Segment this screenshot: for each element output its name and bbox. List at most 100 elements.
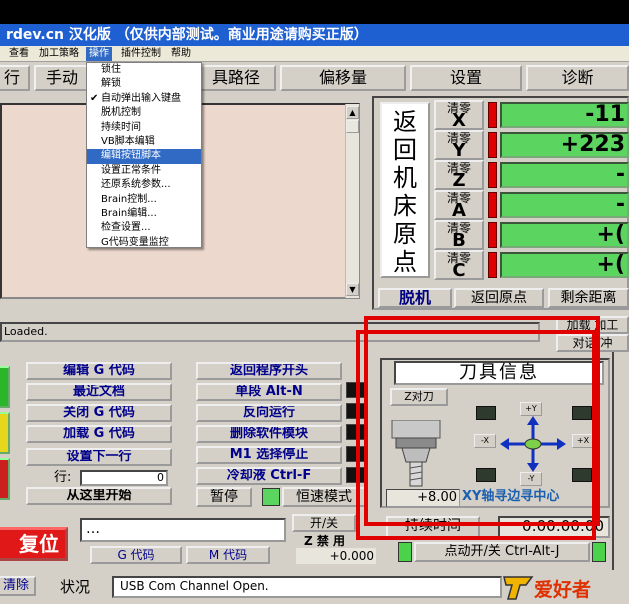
feed-hold-button[interactable] — [0, 412, 10, 454]
close-gcode-button[interactable]: 关闭 G 代码 — [26, 404, 172, 422]
zero-y-button[interactable]: 清零 Y — [434, 130, 484, 160]
tab-diagnostics[interactable]: 诊断 — [526, 65, 629, 91]
mcode-list-button[interactable]: M 代码 — [186, 546, 270, 564]
axis-z-ref-led — [488, 162, 497, 188]
zero-c-button[interactable]: 清零 C — [434, 250, 484, 280]
menu-help[interactable]: 帮助 — [168, 47, 194, 61]
run-from-here-button[interactable]: 从这里开始 — [26, 487, 172, 505]
dro-y-value[interactable]: +223 — [500, 132, 629, 158]
line-label: 行: — [54, 470, 72, 485]
delete-module-button[interactable]: 删除软件模块 — [196, 425, 342, 443]
window-title: rdev.cn 汉化版 （仅供内部测试。商业用途请购买正版） — [0, 24, 629, 46]
dropdown-item-check-settings[interactable]: 检查设置... — [87, 221, 201, 235]
cv-mode-label: 恒速模式 — [282, 487, 366, 507]
dro-b-value[interactable]: +( — [500, 222, 629, 248]
dropdown-item-lock[interactable]: 锁住 — [87, 63, 201, 77]
reverse-run-button[interactable]: 反向运行 — [196, 404, 342, 422]
bottom-status-bar: 清除 状况 USB Com Channel Open. 爱好者 — [0, 570, 629, 604]
dropdown-item-vb-editor[interactable]: VB脚本编辑 — [87, 135, 201, 149]
tab-offsets[interactable]: 偏移量 — [280, 65, 406, 91]
zero-b-button[interactable]: 清零 B — [434, 220, 484, 250]
tab-manual[interactable]: 手动 — [34, 65, 90, 91]
axis-x-ref-led — [488, 102, 497, 128]
axis-c-ref-led — [488, 252, 497, 278]
axis-letter: Y — [452, 140, 466, 160]
jog-toggle-button[interactable]: 点动开/关 Ctrl-Alt-J — [414, 542, 590, 562]
scroll-thumb[interactable] — [346, 120, 359, 133]
axis-letter: B — [452, 230, 466, 250]
window-titlebar: rdev.cn 汉化版 （仅供内部测试。商业用途请购买正版） — [0, 0, 629, 46]
load-gcode-button[interactable]: 加载 G 代码 — [26, 425, 172, 443]
mdi-input[interactable]: … — [80, 518, 286, 542]
dro-x-value[interactable]: -11 — [500, 102, 629, 128]
dro-c-value[interactable]: +( — [500, 252, 629, 278]
dropdown-item-edit-button-script[interactable]: 编辑按钮脚本 — [87, 149, 201, 164]
dropdown-item-duration[interactable]: 持续时间 — [87, 121, 201, 135]
axis-y-ref-led — [488, 132, 497, 158]
ref-all-label: 返回机床原点 — [393, 108, 417, 276]
axis-letter: C — [452, 260, 466, 280]
zero-x-button[interactable]: 清零 X — [434, 100, 484, 130]
logo-emblem-icon — [503, 576, 534, 600]
status-message: USB Com Channel Open. — [112, 576, 502, 598]
jog-led-right — [592, 542, 606, 562]
annotation-box-inner — [356, 330, 596, 540]
tab-program-run[interactable]: 行 — [0, 65, 30, 91]
zero-a-button[interactable]: 清零 A — [434, 190, 484, 220]
offline-button[interactable]: 脱机 — [378, 288, 452, 308]
optional-stop-button[interactable]: M1 选择停止 — [196, 446, 342, 464]
menu-plugin[interactable]: 插件控制 — [118, 47, 164, 61]
axis-a-ref-led — [488, 192, 497, 218]
menu-operation[interactable]: 操作 — [86, 47, 112, 61]
dropdown-item-restore-params[interactable]: 还原系统参数... — [87, 178, 201, 192]
set-next-line-button[interactable]: 设置下一行 — [26, 448, 172, 466]
checkmark-icon: ✔ — [90, 92, 99, 104]
open-close-button[interactable]: 开/关 — [292, 514, 356, 532]
dropdown-item-unlock[interactable]: 解锁 — [87, 77, 201, 91]
operation-dropdown: 锁住 解锁 ✔ 自动弹出输入键盘 脱机控制 持续时间 VB脚本编辑 编辑按钮脚本 … — [86, 62, 202, 248]
cycle-start-button[interactable] — [0, 366, 10, 408]
axis-b-ref-led — [488, 222, 497, 248]
recent-files-button[interactable]: 最近文档 — [26, 383, 172, 401]
zero-z-button[interactable]: 清零 Z — [434, 160, 484, 190]
menubar: 查看 加工策略 操作 插件控制 帮助 — [0, 46, 629, 62]
logo-text: 爱好者 — [534, 579, 592, 601]
axis-letter: Z — [452, 170, 466, 190]
gcode-list-button[interactable]: G 代码 — [90, 546, 182, 564]
dro-z-value[interactable]: - — [500, 162, 629, 188]
stop-button[interactable] — [0, 458, 10, 500]
pause-button[interactable]: 暂停 — [196, 487, 252, 507]
dropdown-item-label: 自动弹出输入键盘 — [101, 92, 181, 104]
edit-gcode-button[interactable]: 编辑 G 代码 — [26, 362, 172, 380]
ref-all-home-button[interactable]: 返回机床原点 — [380, 102, 430, 278]
scroll-up-icon[interactable]: ▲ — [346, 106, 359, 119]
tab-toolpath[interactable]: 具路径 — [196, 65, 276, 91]
rewind-button[interactable]: 返回程序开头 — [196, 362, 342, 380]
tab-settings[interactable]: 设置 — [410, 65, 522, 91]
dropdown-item-brain-edit[interactable]: Brain编辑... — [87, 207, 201, 221]
dro-a-value[interactable]: - — [500, 192, 629, 218]
single-block-button[interactable]: 单段 Alt-N — [196, 383, 342, 401]
dropdown-item-auto-keyboard[interactable]: ✔ 自动弹出输入键盘 — [87, 92, 201, 106]
remaining-distance-label: 剩余距离 — [548, 288, 629, 308]
scroll-down-icon[interactable]: ▼ — [346, 283, 359, 296]
clear-button[interactable]: 清除 — [0, 576, 36, 596]
reset-button[interactable]: 复位 — [0, 527, 68, 561]
menu-view[interactable]: 查看 — [6, 47, 32, 61]
status-label: 状况 — [60, 578, 91, 596]
dropdown-item-normal-condition[interactable]: 设置正常条件 — [87, 164, 201, 178]
coolant-button[interactable]: 冷却液 Ctrl-F — [196, 467, 342, 485]
z-value: +0.000 — [296, 548, 376, 564]
jog-led-left — [398, 542, 412, 562]
axis-letter: X — [452, 110, 466, 130]
dropdown-item-offline[interactable]: 脱机控制 — [87, 106, 201, 120]
menu-strategy[interactable]: 加工策略 — [36, 47, 82, 61]
dropdown-item-brain-control[interactable]: Brain控制... — [87, 193, 201, 207]
right-side-panel — [612, 352, 629, 570]
return-home-button[interactable]: 返回原点 — [454, 288, 544, 308]
axis-letter: A — [452, 200, 466, 220]
line-input[interactable]: 0 — [80, 470, 168, 486]
dropdown-item-gcode-monitor[interactable]: G代码变量监控 — [87, 236, 201, 250]
gcode-scrollbar[interactable]: ▲ ▼ — [345, 104, 359, 298]
cv-led — [262, 488, 280, 506]
